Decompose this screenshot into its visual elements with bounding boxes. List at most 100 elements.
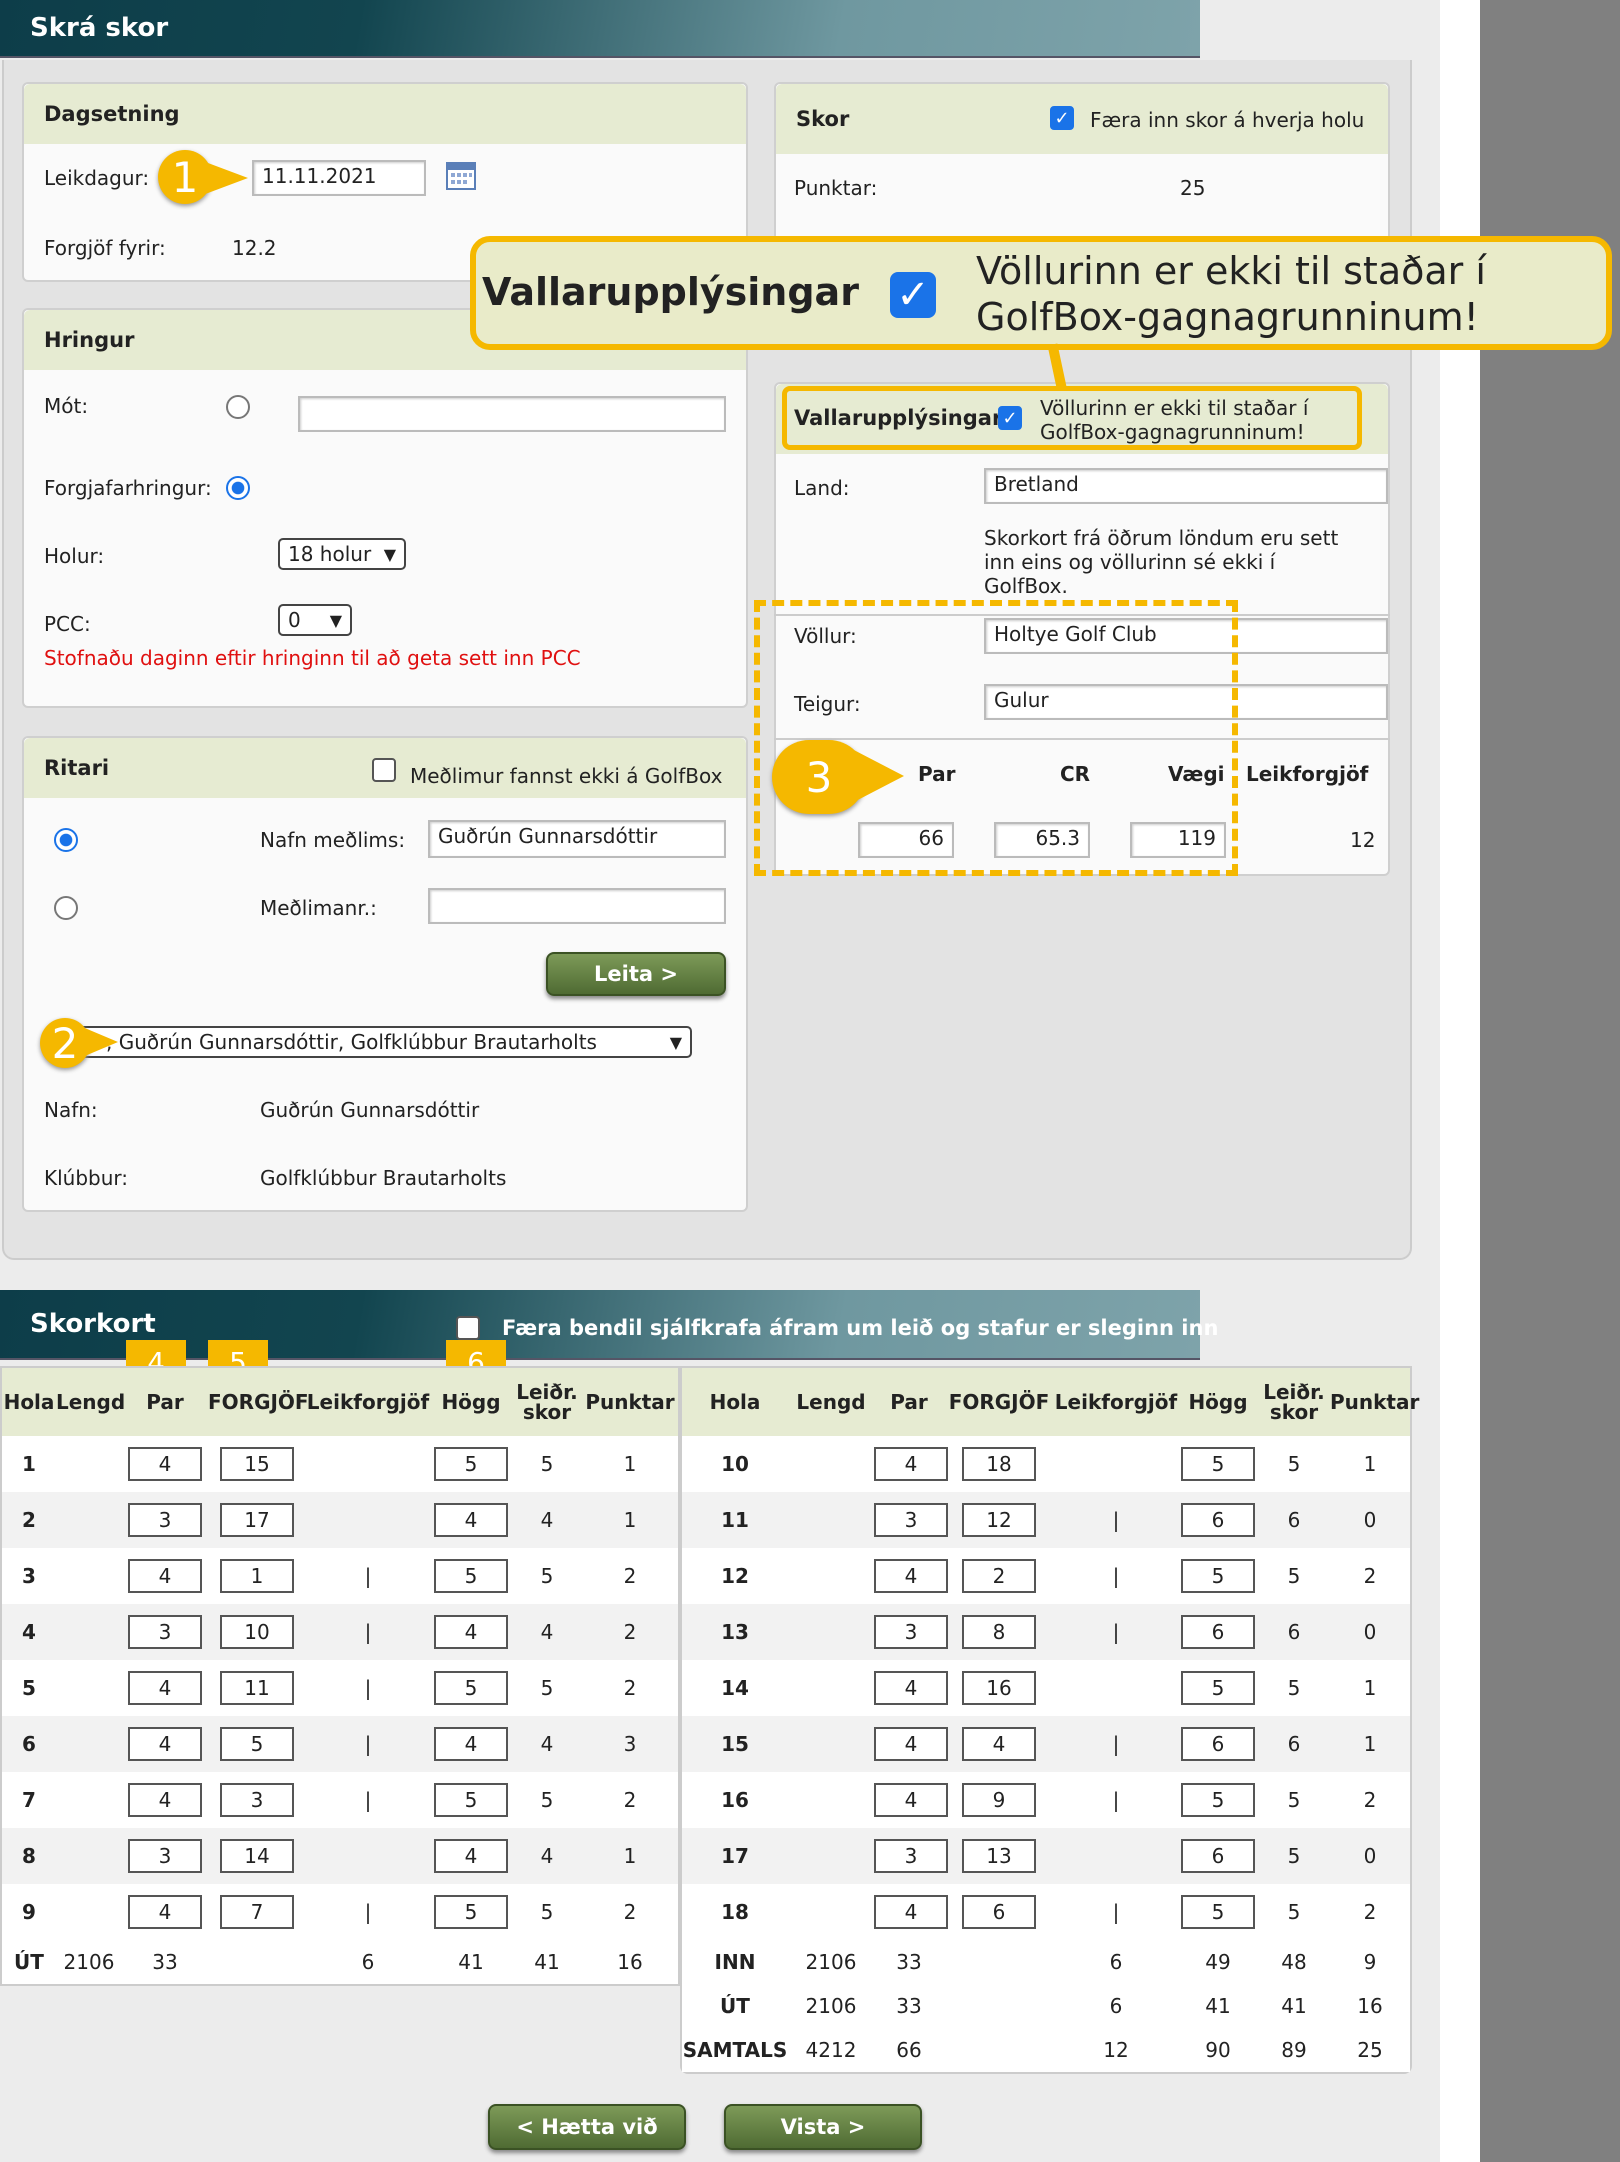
hcp-input[interactable]: 4: [962, 1727, 1036, 1761]
par-input[interactable]: 4: [874, 1783, 948, 1817]
strokes-input[interactable]: 6: [1181, 1839, 1255, 1873]
member-not-found-checkbox[interactable]: [372, 758, 396, 782]
strokes-input[interactable]: 4: [434, 1503, 508, 1537]
points: 2: [1363, 1900, 1377, 1924]
vallar-checkbox[interactable]: ✓: [998, 406, 1022, 430]
hcp-cell: 13: [944, 1828, 1054, 1884]
par-input[interactable]: 3: [874, 1839, 948, 1873]
strokes-input[interactable]: 4: [434, 1839, 508, 1873]
par-input[interactable]: 4: [874, 1727, 948, 1761]
auto-advance-checkbox[interactable]: [456, 1316, 480, 1340]
strokes-input[interactable]: 5: [434, 1895, 508, 1929]
strokes-input[interactable]: 5: [1181, 1783, 1255, 1817]
hole-number: 8: [2, 1828, 56, 1884]
holur-select[interactable]: 18 holur ▼: [278, 538, 406, 570]
hcp-input[interactable]: 14: [220, 1839, 294, 1873]
points: 1: [1363, 1676, 1377, 1700]
hole-score-checkbox[interactable]: ✓: [1050, 106, 1074, 130]
leita-button[interactable]: Leita >: [546, 952, 726, 996]
medlimanr-radio[interactable]: [54, 896, 78, 920]
hcp-input[interactable]: 6: [962, 1895, 1036, 1929]
hcp-input[interactable]: 17: [220, 1503, 294, 1537]
hcp-input[interactable]: 12: [962, 1503, 1036, 1537]
mot-label: Mót:: [44, 394, 89, 418]
hcp-input[interactable]: 3: [220, 1783, 294, 1817]
strokes-input[interactable]: 6: [1181, 1615, 1255, 1649]
cancel-button[interactable]: < Hætta við: [488, 2104, 686, 2150]
hole-length: [56, 1660, 122, 1716]
nafn-radio[interactable]: [54, 828, 78, 852]
par-input[interactable]: 4: [128, 1727, 202, 1761]
adjusted-score: 5: [540, 1564, 554, 1588]
hcp-input[interactable]: 15: [220, 1447, 294, 1481]
hole-number: 14: [721, 1676, 749, 1700]
hcp-input[interactable]: 5: [220, 1727, 294, 1761]
column-header: FORGJÖF: [208, 1368, 309, 1436]
strokes-input[interactable]: 5: [1181, 1447, 1255, 1481]
par-input[interactable]: 4: [874, 1559, 948, 1593]
strokes-input[interactable]: 5: [434, 1783, 508, 1817]
hole-length: [56, 1716, 122, 1772]
hcp-input[interactable]: 16: [962, 1671, 1036, 1705]
hcp-input[interactable]: 13: [962, 1839, 1036, 1873]
strokes-input[interactable]: 5: [434, 1447, 508, 1481]
strokes-input[interactable]: 5: [434, 1559, 508, 1593]
par-input[interactable]: 4: [128, 1671, 202, 1705]
par-input[interactable]: 4: [128, 1895, 202, 1929]
strokes-input[interactable]: 4: [434, 1615, 508, 1649]
par-input[interactable]: 3: [128, 1615, 202, 1649]
par-input[interactable]: 3: [874, 1503, 948, 1537]
total-label: INN: [714, 1950, 756, 1974]
land-input[interactable]: Bretland: [984, 468, 1388, 504]
hcp-cell: 11: [208, 1660, 306, 1716]
leikdagur-input[interactable]: 11.11.2021: [252, 160, 426, 196]
forgjafarhringur-radio[interactable]: [226, 476, 250, 500]
hole-number: 16: [721, 1788, 749, 1812]
playing-handicap-strokes: |: [1112, 1564, 1120, 1588]
hcp-input[interactable]: 9: [962, 1783, 1036, 1817]
strokes-cell: 5: [1178, 1884, 1258, 1940]
strokes-cell: 4: [430, 1604, 512, 1660]
hcp-input[interactable]: 1: [220, 1559, 294, 1593]
par-input[interactable]: 4: [874, 1895, 948, 1929]
mot-input[interactable]: [298, 396, 726, 432]
strokes-input[interactable]: 6: [1181, 1727, 1255, 1761]
strokes-input[interactable]: 6: [1181, 1503, 1255, 1537]
points: 1: [1363, 1452, 1377, 1476]
pcc-select[interactable]: 0 ▼: [278, 604, 352, 636]
nafn-input[interactable]: Guðrún Gunnarsdóttir: [428, 820, 726, 858]
par-input[interactable]: 4: [128, 1559, 202, 1593]
total-adj: 41: [1281, 1994, 1307, 2018]
par-input[interactable]: 4: [874, 1671, 948, 1705]
par-input[interactable]: 4: [874, 1447, 948, 1481]
hcp-input[interactable]: 11: [220, 1671, 294, 1705]
save-button[interactable]: Vista >: [724, 2104, 922, 2150]
par-input[interactable]: 3: [874, 1615, 948, 1649]
strokes-input[interactable]: 5: [1181, 1671, 1255, 1705]
member-select[interactable]: , Guðrún Gunnarsdóttir, Golfklúbbur Brau…: [46, 1026, 692, 1058]
hcp-input[interactable]: 10: [220, 1615, 294, 1649]
strokes-input[interactable]: 5: [1181, 1895, 1255, 1929]
par-input[interactable]: 3: [128, 1503, 202, 1537]
leikdagur-label: Leikdagur:: [44, 166, 150, 190]
medlimanr-input[interactable]: [428, 888, 726, 924]
adjusted-score: 4: [512, 1716, 582, 1772]
strokes-input[interactable]: 5: [434, 1671, 508, 1705]
hcp-input[interactable]: 7: [220, 1895, 294, 1929]
mot-radio[interactable]: [226, 395, 250, 419]
par-cell: 4: [874, 1660, 948, 1716]
step-badge-2-arrow: [80, 1026, 118, 1058]
hcp-input[interactable]: 2: [962, 1559, 1036, 1593]
hole-length: [788, 1772, 874, 1828]
hcp-input[interactable]: 8: [962, 1615, 1036, 1649]
calendar-icon[interactable]: [446, 160, 476, 190]
pcc-warning: Stofnaðu daginn eftir hringinn til að ge…: [44, 646, 581, 670]
strokes-input[interactable]: 5: [1181, 1559, 1255, 1593]
par-input[interactable]: 4: [128, 1447, 202, 1481]
column-header: Par: [874, 1368, 944, 1436]
strokes-cell: 6: [1178, 1604, 1258, 1660]
par-input[interactable]: 4: [128, 1783, 202, 1817]
hcp-input[interactable]: 18: [962, 1447, 1036, 1481]
par-input[interactable]: 3: [128, 1839, 202, 1873]
strokes-input[interactable]: 4: [434, 1727, 508, 1761]
